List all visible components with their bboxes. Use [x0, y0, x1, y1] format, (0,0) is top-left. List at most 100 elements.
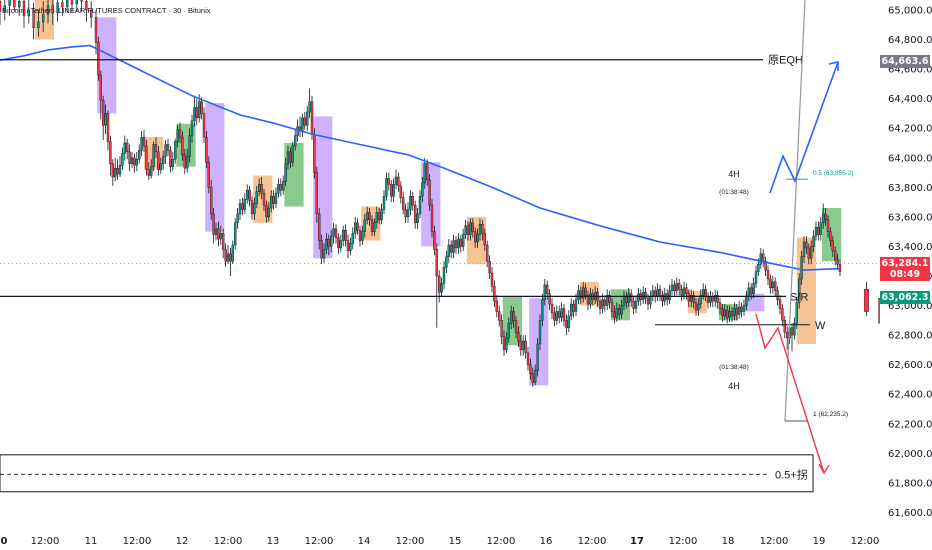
candle — [423, 163, 426, 184]
candle — [512, 311, 515, 321]
candle — [776, 290, 779, 300]
candle — [37, 21, 40, 28]
candle — [363, 219, 366, 232]
candle — [394, 176, 398, 185]
candle — [529, 364, 532, 374]
candle — [735, 308, 738, 315]
candle — [610, 302, 614, 312]
candle — [140, 136, 143, 151]
candle — [390, 184, 393, 197]
candle — [637, 293, 640, 302]
candle — [97, 42, 100, 76]
candle — [70, 0, 74, 5]
candle — [147, 169, 151, 176]
bearish-arrow-icon — [818, 463, 830, 475]
candle — [308, 101, 311, 113]
candle — [836, 259, 839, 265]
candle — [354, 222, 357, 234]
candle — [306, 111, 309, 126]
candle — [133, 157, 136, 166]
candle — [622, 296, 626, 306]
time-tick-label: 12:00 — [396, 536, 425, 547]
candle — [620, 305, 623, 315]
candle — [550, 303, 554, 314]
candle — [752, 283, 755, 294]
candle — [337, 237, 340, 249]
candle — [195, 107, 199, 119]
candle — [392, 184, 395, 197]
candle — [802, 241, 806, 257]
candle — [505, 337, 508, 351]
top-countdown-label: (01:38:48) — [719, 189, 749, 196]
candle — [598, 300, 602, 309]
candle — [771, 281, 774, 289]
zone-box[interactable] — [0, 454, 814, 493]
candle — [675, 283, 678, 291]
price-chart[interactable]: 原EQH S/R W 0.5+拐 1 (62,235.2) 0.5 (63,855.2)… — [0, 0, 932, 550]
candle — [490, 272, 494, 287]
price-tick-label: 64,200.0 — [888, 124, 932, 135]
price-tick-label: 62,200.0 — [888, 419, 932, 430]
candle — [349, 243, 352, 252]
candle — [325, 238, 328, 250]
time-tick-label: 13 — [267, 536, 280, 547]
time-axis[interactable]: 0 12:00 11 12:00 12 12:00 13 12:00 14 12:00 15 12:0… — [0, 528, 932, 550]
candle — [778, 299, 782, 309]
candle — [454, 240, 458, 249]
candle — [250, 200, 254, 215]
candle — [426, 163, 429, 181]
candle — [814, 227, 818, 237]
candle — [366, 212, 369, 221]
candle — [270, 196, 273, 209]
candle — [416, 213, 419, 224]
time-tick-label: 17 — [630, 536, 644, 547]
candle — [154, 144, 158, 153]
time-tick-label: 12:00 — [123, 536, 152, 547]
candle — [795, 302, 798, 324]
candle — [730, 311, 734, 317]
candle — [255, 191, 259, 204]
moving-average — [0, 44, 841, 271]
candle — [224, 249, 227, 262]
candle — [757, 263, 760, 272]
candle — [747, 287, 750, 297]
price-tick-label: 62,800.0 — [888, 331, 932, 342]
candle — [469, 222, 472, 235]
candle — [279, 184, 282, 191]
time-tick-label: 0 — [1, 536, 8, 547]
candle — [241, 203, 244, 210]
candle — [258, 184, 261, 192]
candle — [226, 253, 230, 262]
candle — [831, 240, 834, 252]
candle — [397, 176, 400, 187]
candle — [471, 222, 474, 232]
candle — [212, 213, 215, 235]
candle — [332, 228, 335, 237]
candle — [534, 370, 537, 383]
price-tick-label: 63,600.0 — [888, 212, 932, 223]
candle — [385, 178, 388, 197]
candle — [435, 249, 438, 277]
price-tick-label: 62,000.0 — [888, 449, 932, 460]
candle — [670, 284, 674, 291]
candle — [178, 129, 182, 138]
time-tick-label: 12 — [176, 536, 189, 547]
candle — [618, 308, 621, 315]
candle — [202, 113, 206, 138]
candle — [284, 163, 287, 182]
candle — [221, 232, 225, 250]
candle — [356, 222, 359, 231]
horizontal-levels[interactable]: 原EQH S/R W 0.5+拐 — [0, 55, 826, 493]
candlesticks — [0, 0, 903, 387]
candle — [414, 204, 417, 224]
candle — [493, 286, 496, 302]
candle — [344, 229, 347, 241]
candle — [613, 311, 616, 318]
candle — [214, 228, 218, 235]
candle — [238, 203, 242, 215]
candle — [502, 336, 506, 351]
candle — [514, 320, 518, 333]
candle — [169, 150, 172, 167]
candle — [510, 311, 513, 324]
candle — [245, 190, 249, 200]
